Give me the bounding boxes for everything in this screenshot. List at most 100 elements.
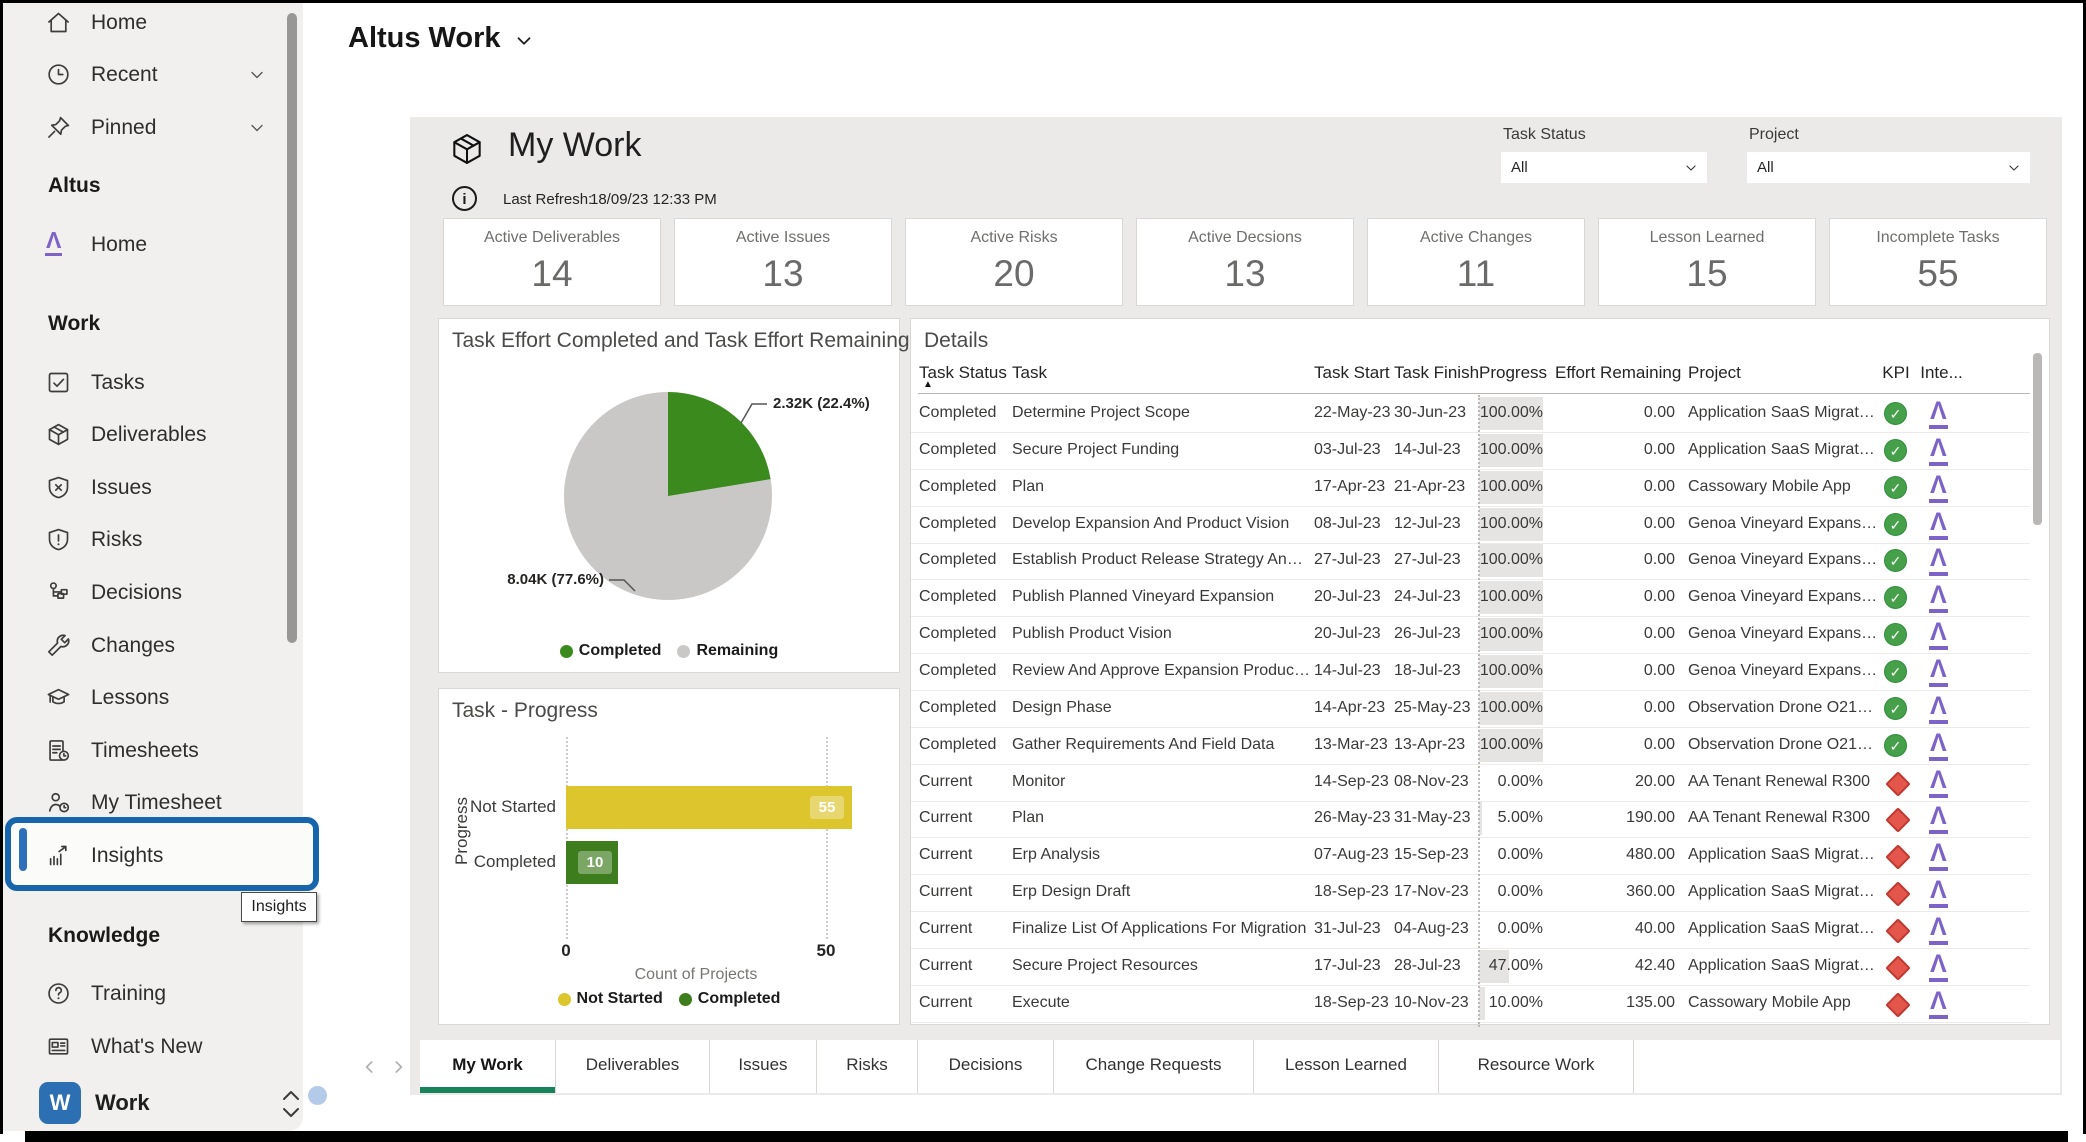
- table-scrollbar[interactable]: [2033, 353, 2042, 525]
- table-row[interactable]: CurrentExecute18-Sep-2310-Nov-2310.00%13…: [911, 985, 2030, 1023]
- cell-task-status: Completed: [919, 625, 1009, 643]
- report-title[interactable]: Altus Work: [348, 22, 501, 55]
- page-prev-icon[interactable]: [360, 1055, 380, 1079]
- tab-lesson-learned[interactable]: Lesson Learned: [1254, 1040, 1439, 1093]
- pin-icon: [45, 114, 72, 141]
- x-tick-0: 0: [551, 941, 581, 961]
- sidebar-scrollbar[interactable]: [287, 13, 297, 643]
- sidebar-item-lessons[interactable]: Lessons: [3, 676, 303, 720]
- sidebar-item-label: Work: [48, 312, 100, 336]
- chevron-down-icon[interactable]: [1684, 161, 1698, 175]
- chevron-down-icon[interactable]: [247, 118, 267, 138]
- cell-task: Review And Approve Expansion Product Vis…: [1012, 662, 1310, 680]
- table-row[interactable]: CompletedDevelop Expansion And Product V…: [911, 506, 2030, 544]
- column-header-kpi[interactable]: KPI: [1876, 363, 1916, 383]
- sidebar-item-deliverables[interactable]: Deliverables: [3, 413, 303, 457]
- cell-task-status: Completed: [919, 551, 1009, 569]
- column-header-task-start[interactable]: Task Start: [1314, 363, 1392, 383]
- sidebar-item-decisions[interactable]: Decisions: [3, 571, 303, 615]
- altus-logo-icon: Λ: [1929, 878, 1948, 908]
- sidebar-item-label: Tasks: [91, 371, 145, 395]
- tab-deliverables[interactable]: Deliverables: [556, 1040, 710, 1093]
- column-header-progress[interactable]: Progress: [1479, 363, 1543, 383]
- info-icon[interactable]: i: [452, 186, 477, 211]
- table-row[interactable]: CompletedPlan17-Apr-2321-Apr-23100.00%0.…: [911, 469, 2030, 507]
- tab-change-requests[interactable]: Change Requests: [1054, 1040, 1254, 1093]
- column-header-project[interactable]: Project: [1688, 363, 1878, 383]
- table-row[interactable]: CompletedPublish Product Vision20-Jul-23…: [911, 616, 2030, 654]
- sidebar-item-changes[interactable]: Changes: [3, 624, 303, 668]
- cell-progress: 100.00%: [1479, 441, 1543, 459]
- cell-progress: 0.00%: [1479, 883, 1543, 901]
- sidebar-item-training[interactable]: Training: [3, 972, 303, 1016]
- cell-task: Develop Expansion And Product Vision: [1012, 515, 1310, 533]
- legend-dot: [558, 993, 571, 1006]
- altus-logo-icon: Λ: [1929, 915, 1948, 945]
- cell-task-finish: 25-May-23: [1394, 699, 1476, 717]
- table-row[interactable]: CompletedGather Requirements And Field D…: [911, 727, 2030, 765]
- cell-task-status: Completed: [919, 736, 1009, 754]
- tab-issues[interactable]: Issues: [710, 1040, 817, 1093]
- sidebar-item-pinned[interactable]: Pinned: [3, 106, 303, 150]
- cell-progress: 5.00%: [1479, 809, 1543, 827]
- tab-resource-work[interactable]: Resource Work: [1439, 1040, 1634, 1093]
- cell-project: Genoa Vineyard Expansion R9...: [1688, 551, 1878, 569]
- column-header-inte[interactable]: Inte...: [1919, 363, 1964, 383]
- sidebar-item-home[interactable]: ΛHome: [3, 223, 303, 267]
- column-header-task[interactable]: Task: [1012, 363, 1310, 383]
- kpi-check-icon: ✓: [1884, 660, 1907, 683]
- table-row[interactable]: CurrentMonitor14-Sep-2308-Nov-230.00%20.…: [911, 764, 2030, 802]
- cell-project: Application SaaS Migration: [1688, 441, 1878, 459]
- column-header-effort-remaining[interactable]: Effort Remaining: [1555, 363, 1675, 383]
- table-row[interactable]: CompletedDesign Phase14-Apr-2325-May-231…: [911, 690, 2030, 728]
- insights-icon: [45, 842, 72, 869]
- sidebar-item-recent[interactable]: Recent: [3, 53, 303, 97]
- cell-task-start: 27-Jul-23: [1314, 551, 1392, 569]
- table-row[interactable]: CurrentErp Design Draft18-Sep-2317-Nov-2…: [911, 874, 2030, 912]
- workspace-badge[interactable]: W: [39, 1082, 81, 1124]
- workspace-switcher[interactable]: W Work: [3, 1075, 303, 1131]
- cell-progress: 100.00%: [1479, 588, 1543, 606]
- column-header-task-finish[interactable]: Task Finish: [1394, 363, 1476, 383]
- chevron-down-icon[interactable]: [247, 65, 267, 85]
- filter-value: All: [1511, 159, 1528, 176]
- sidebar-item-what-s-new[interactable]: What's New: [3, 1025, 303, 1069]
- filter-dropdown-project[interactable]: All: [1747, 152, 2030, 183]
- active-tab-underline: [420, 1087, 555, 1093]
- kpi-diamond-icon: [1885, 807, 1910, 832]
- table-row[interactable]: CompletedReview And Approve Expansion Pr…: [911, 653, 2030, 691]
- bar-data-label: 10: [578, 851, 612, 874]
- filter-label-project: Project: [1749, 126, 1799, 144]
- x-tick-50: 50: [811, 941, 841, 961]
- altus-logo-icon: Λ: [1929, 731, 1948, 761]
- table-row[interactable]: CompletedSecure Project Funding03-Jul-23…: [911, 432, 2030, 470]
- sidebar-item-insights[interactable]: Insights: [3, 834, 303, 878]
- kpi-card-active-decsions: Active Decsions13: [1136, 218, 1354, 306]
- cell-task-start: 17-Apr-23: [1314, 478, 1392, 496]
- sidebar-item-tasks[interactable]: Tasks: [3, 361, 303, 405]
- tab-risks[interactable]: Risks: [817, 1040, 918, 1093]
- table-row[interactable]: CompletedPublish Planned Vineyard Expans…: [911, 579, 2030, 617]
- table-row[interactable]: CompletedDetermine Project Scope22-May-2…: [911, 395, 2030, 433]
- page-next-icon[interactable]: [388, 1055, 408, 1079]
- tab-my-work[interactable]: My Work: [420, 1040, 556, 1093]
- table-row[interactable]: CurrentFinalize List Of Applications For…: [911, 911, 2030, 949]
- tab-decisions[interactable]: Decisions: [918, 1040, 1054, 1093]
- cell-project: AA Tenant Renewal R300: [1688, 809, 1878, 827]
- chevron-down-icon[interactable]: [513, 30, 535, 52]
- sidebar-item-home[interactable]: Home: [3, 1, 303, 45]
- altus-logo-icon: Λ: [1929, 989, 1948, 1019]
- table-row[interactable]: CurrentPlan26-May-2331-May-235.00%190.00…: [911, 800, 2030, 838]
- sidebar-item-issues[interactable]: Issues: [3, 466, 303, 510]
- sidebar-item-label: Recent: [91, 63, 158, 87]
- chevron-updown-icon[interactable]: [279, 1087, 303, 1121]
- table-row[interactable]: CompletedEstablish Product Release Strat…: [911, 542, 2030, 580]
- sort-ascending-icon[interactable]: ▲: [923, 379, 933, 390]
- filter-dropdown-task-status[interactable]: All: [1501, 152, 1707, 183]
- table-row[interactable]: CurrentSecure Project Resources17-Jul-23…: [911, 948, 2030, 986]
- sidebar-item-timesheets[interactable]: Timesheets: [3, 729, 303, 773]
- sidebar-item-risks[interactable]: Risks: [3, 518, 303, 562]
- table-row[interactable]: CurrentErp Analysis07-Aug-2315-Sep-230.0…: [911, 837, 2030, 875]
- chevron-down-icon[interactable]: [2007, 161, 2021, 175]
- kpi-check-icon: ✓: [1884, 734, 1907, 757]
